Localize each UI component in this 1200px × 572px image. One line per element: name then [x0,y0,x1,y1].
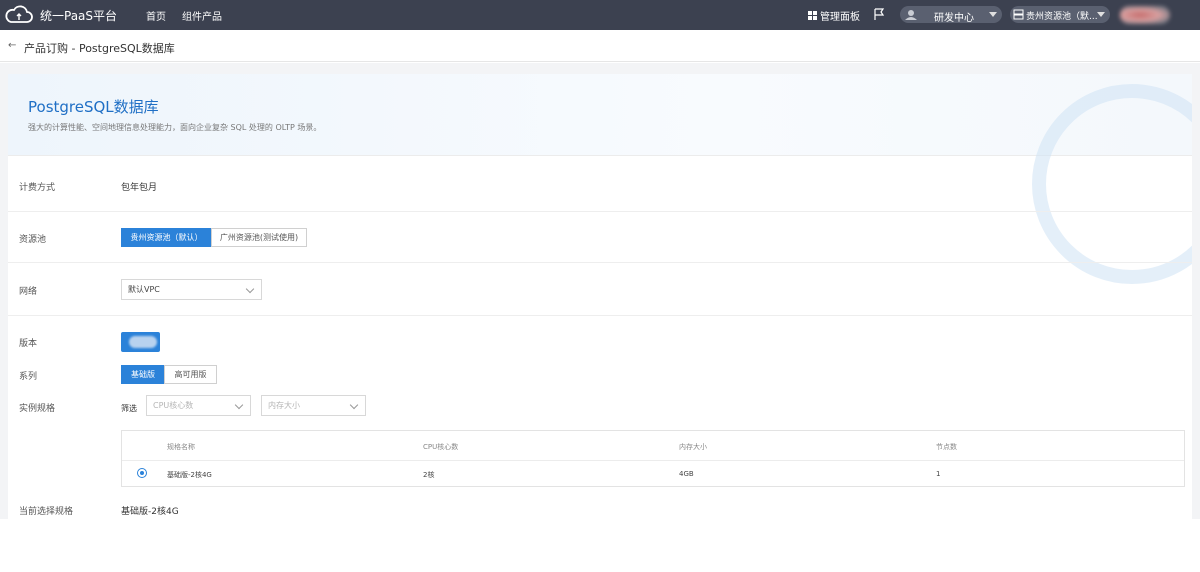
chevron-down-icon [349,400,359,410]
divider [8,211,1192,212]
dashboard-link[interactable]: 管理面板 [808,8,860,23]
chevron-down-icon [1097,12,1105,17]
filter-label: 筛选 [121,404,137,413]
avatar[interactable] [1120,6,1170,24]
pool-label: 贵州资源池（默... [1026,12,1098,22]
spec-radio[interactable] [137,468,147,478]
network-value: 默认VPC [128,285,160,294]
spec-label: 实例规格 [19,404,56,414]
memory-filter-placeholder: 内存大小 [268,401,300,410]
table-divider [122,460,1184,461]
grid-icon [808,11,817,20]
dashboard-label: 管理面板 [820,12,860,23]
series-option-basic[interactable]: 基础版 [121,365,165,384]
blurred-version-label [129,336,157,348]
product-description: 强大的计算性能、空间地理信息处理能力，面向企业复杂 SQL 处理的 OLTP 场… [28,123,322,132]
breadcrumb-bar: ← 产品订购 - PostgreSQL数据库 [0,30,1200,62]
pool-selector[interactable]: 贵州资源池（默... [1010,6,1110,23]
version-label: 版本 [19,339,38,349]
pool-label: 资源池 [19,235,47,245]
billing-value: 包年包月 [121,183,158,193]
divider [8,262,1192,263]
cpu-filter-select[interactable]: CPU核心数 [146,395,251,416]
product-title: PostgreSQL数据库 [28,98,159,116]
brand-title[interactable]: 统一PaaS平台 [40,7,117,24]
table-cell: 4GB [679,470,694,478]
table-cell: 1 [936,470,941,478]
org-selector[interactable]: 研发中心 [900,6,1002,24]
decorative-circle [1032,84,1192,284]
bottom-blank-area [0,519,1200,572]
order-card: PostgreSQL数据库 强大的计算性能、空间地理信息处理能力，面向企业复杂 … [8,74,1192,519]
flag-icon[interactable] [872,7,886,21]
back-arrow-icon[interactable]: ← [8,40,16,51]
pool-option-guizhou[interactable]: 贵州资源池（默认） [121,228,212,247]
network-label: 网络 [19,287,38,297]
table-cell: 2核 [423,471,435,479]
spec-table: 规格名称 CPU核心数 内存大小 节点数 基础版-2核4G 2核 4GB 1 [121,430,1185,487]
table-header: CPU核心数 [423,443,459,451]
series-option-ha[interactable]: 高可用版 [164,365,217,384]
cloud-logo-icon[interactable] [4,5,34,25]
nav-home[interactable]: 首页 [146,8,166,23]
server-icon [1013,9,1024,20]
nav-products[interactable]: 组件产品 [182,8,222,23]
top-navbar: 统一PaaS平台 首页 组件产品 管理面板 研发中心 贵州资源池（默... [0,0,1200,30]
product-hero: PostgreSQL数据库 强大的计算性能、空间地理信息处理能力，面向企业复杂 … [8,74,1192,284]
table-header: 内存大小 [679,443,707,451]
chevron-down-icon [245,284,255,294]
user-group-icon [905,10,917,20]
version-option-button[interactable] [121,332,160,352]
series-label: 系列 [19,372,38,382]
table-header: 规格名称 [167,443,195,451]
memory-filter-select[interactable]: 内存大小 [261,395,366,416]
pool-option-guangzhou[interactable]: 广州资源池(测试使用) [211,228,307,247]
breadcrumb: 产品订购 - PostgreSQL数据库 [24,42,175,55]
table-cell: 基础版-2核4G [167,471,212,479]
chevron-down-icon [989,12,997,17]
cpu-filter-placeholder: CPU核心数 [153,401,194,410]
table-header: 节点数 [936,443,957,451]
chevron-down-icon [234,400,244,410]
billing-label: 计费方式 [19,183,56,193]
divider [8,315,1192,316]
org-label: 研发中心 [934,13,974,24]
current-spec-label: 当前选择规格 [19,507,74,517]
current-spec-value: 基础版-2核4G [121,507,179,517]
network-select[interactable]: 默认VPC [121,279,262,300]
